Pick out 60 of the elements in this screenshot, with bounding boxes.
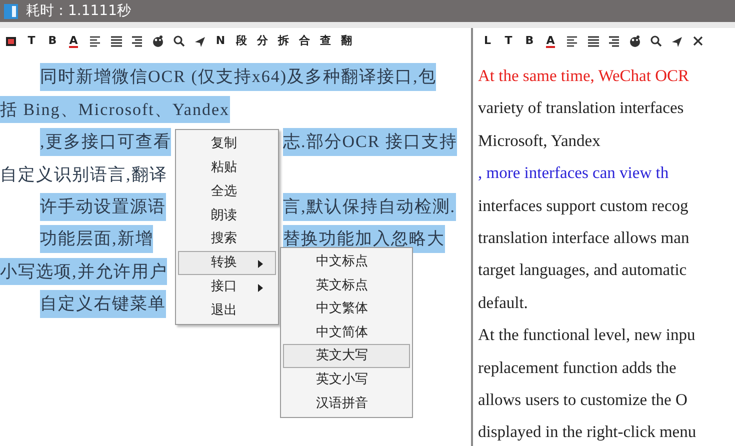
toolbar-button[interactable]: 分 bbox=[252, 30, 273, 52]
toolbar-button[interactable]: L bbox=[477, 30, 498, 52]
menu-item[interactable]: 退出 bbox=[178, 298, 276, 322]
toolbar-button[interactable]: 合 bbox=[294, 30, 315, 52]
menu-item[interactable]: 中文繁体 bbox=[283, 297, 410, 321]
align-right-icon bbox=[608, 34, 620, 48]
palette-icon bbox=[628, 34, 640, 48]
toolbar-button[interactable]: A bbox=[63, 30, 84, 52]
justify-icon bbox=[586, 34, 598, 48]
text-line: displayed in the right-click menu bbox=[477, 421, 698, 444]
menu-item[interactable]: 搜索 bbox=[178, 227, 276, 251]
text-line: At the functional level, new inpu bbox=[477, 324, 696, 346]
menu-item[interactable]: 汉语拼音 bbox=[283, 392, 410, 416]
menu-item[interactable]: 粘贴 bbox=[178, 156, 276, 180]
align-right-icon bbox=[130, 34, 142, 48]
submenu-arrow-icon bbox=[258, 284, 263, 292]
toolbar-button[interactable]: A bbox=[540, 30, 561, 52]
toolbar-button[interactable]: T bbox=[21, 30, 42, 52]
search-icon bbox=[172, 34, 184, 48]
menu-item[interactable]: 英文标点 bbox=[283, 274, 410, 298]
toolbar-button[interactable]: 查 bbox=[315, 30, 336, 52]
text-line: translation interface allows man bbox=[477, 226, 690, 249]
text-line: , more interfaces can view th bbox=[477, 162, 670, 184]
app-icon bbox=[4, 4, 18, 18]
menu-item[interactable]: 中文标点 bbox=[283, 250, 410, 274]
menu-item[interactable]: 复制 bbox=[178, 132, 276, 156]
align-left-icon bbox=[566, 34, 578, 48]
menu-item[interactable]: 全选 bbox=[178, 180, 276, 204]
toolbar-button[interactable]: T bbox=[498, 30, 519, 52]
window-title: 耗时：1.1111秒 bbox=[26, 2, 131, 20]
toolbar-button[interactable]: 拆 bbox=[273, 30, 294, 52]
text-line: variety of translation interfaces bbox=[477, 97, 685, 120]
menu-item[interactable]: 朗读 bbox=[178, 203, 276, 228]
send-icon bbox=[194, 34, 206, 48]
toolbar-button[interactable]: 翻 bbox=[336, 30, 357, 52]
align-left-icon bbox=[88, 34, 100, 48]
text-line: replacement function adds the bbox=[477, 356, 678, 379]
text-line: 自定义识别语言,翻译 bbox=[0, 164, 168, 186]
text-line: target languages, and automatic bbox=[477, 259, 688, 282]
text-line: allows users to customize the O bbox=[477, 388, 688, 411]
toolbar-button[interactable]: B bbox=[519, 30, 540, 52]
menu-item[interactable]: 接口 bbox=[178, 274, 276, 299]
text-line: At the same time, WeChat OCR bbox=[477, 65, 690, 87]
text-line: interfaces support custom recog bbox=[477, 194, 690, 217]
text-line: default. bbox=[477, 292, 529, 314]
toolbar-button[interactable]: B bbox=[42, 30, 63, 52]
menu-item[interactable]: 转换 bbox=[178, 250, 276, 275]
menu-item[interactable]: 中文简体 bbox=[283, 320, 410, 344]
justify-icon bbox=[110, 34, 122, 48]
toolbar-button[interactable]: 段 bbox=[231, 30, 252, 52]
palette-icon bbox=[152, 34, 164, 48]
submenu-arrow-icon bbox=[258, 260, 263, 268]
text-line: Microsoft, Yandex bbox=[477, 130, 602, 152]
menu-item[interactable]: 英文大写 bbox=[283, 344, 410, 368]
send-icon bbox=[670, 34, 682, 48]
menu-item[interactable]: 英文小写 bbox=[283, 368, 410, 392]
toolbar-button[interactable]: N bbox=[210, 30, 231, 52]
close-icon bbox=[692, 34, 704, 48]
stop-icon bbox=[4, 34, 16, 48]
search-icon bbox=[650, 34, 662, 48]
